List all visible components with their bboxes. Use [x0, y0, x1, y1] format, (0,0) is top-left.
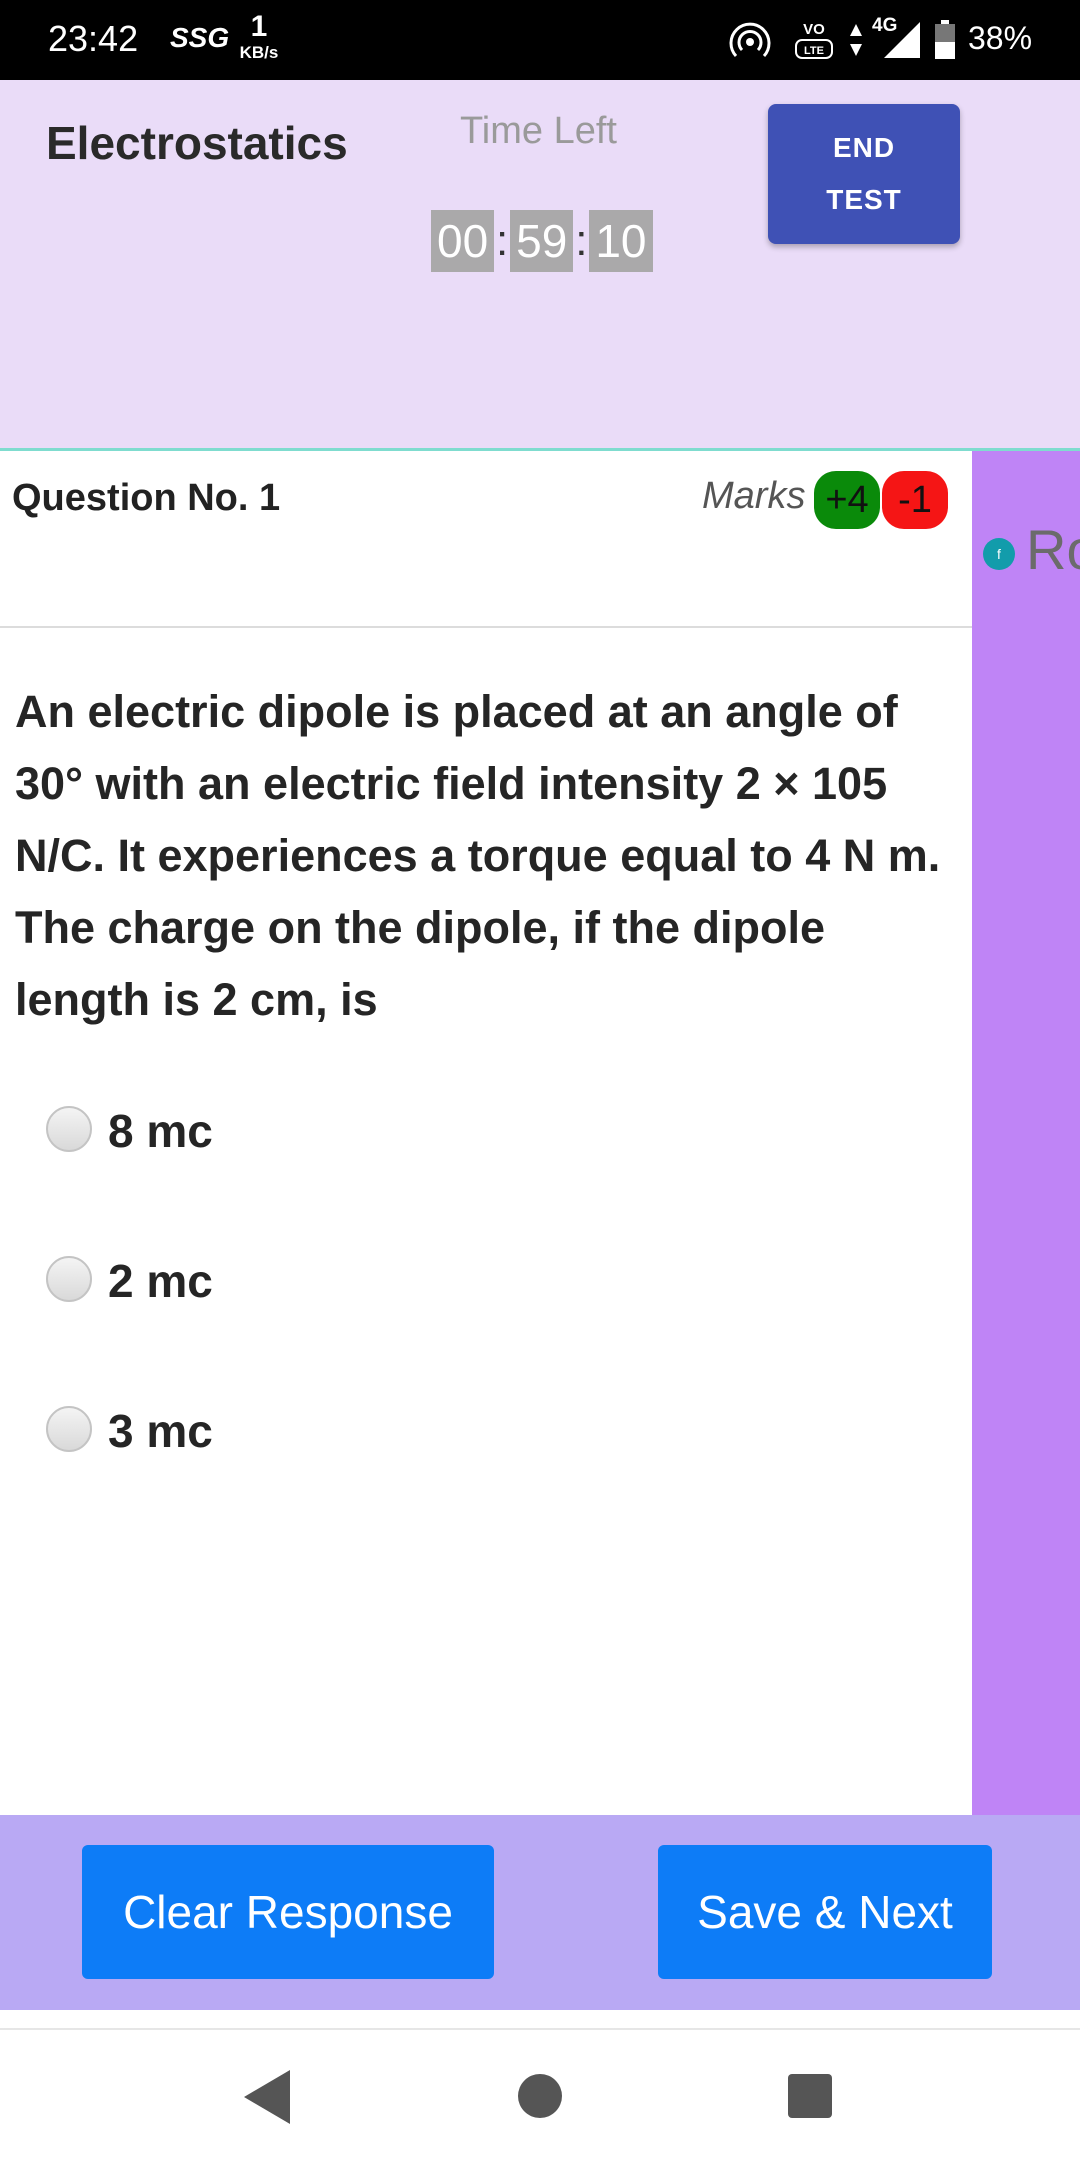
option-2[interactable]: 2 mc [46, 1254, 446, 1314]
system-nav-bar [0, 2028, 1080, 2162]
end-test-button[interactable]: END TEST [768, 104, 960, 244]
timer-seconds: 10 [589, 210, 653, 272]
question-palette-panel[interactable]: f Ro [972, 451, 1080, 1815]
palette-partial-text: Ro [1026, 518, 1080, 581]
timer-hours: 00 [431, 210, 495, 272]
network-speed-value: 1 [250, 10, 268, 43]
home-icon[interactable] [518, 2074, 562, 2118]
radio-button[interactable] [46, 1406, 92, 1452]
network-speed: 1 KB/s [234, 10, 284, 62]
test-header: Electrostatics Time Left 00 : 59 : 10 EN… [0, 80, 1080, 451]
palette-indicator-icon: f [983, 538, 1015, 570]
time-left-label: Time Left [460, 110, 617, 152]
timer-separator: : [575, 216, 588, 265]
question-text: An electric dipole is placed at an angle… [15, 686, 941, 1025]
status-time: 23:42 [48, 18, 139, 59]
data-arrows-icon [850, 24, 862, 56]
status-bar: 23:42 SSG 1 KB/s VO LTE 4G 38% [0, 0, 1080, 80]
negative-marks-badge: -1 [882, 471, 948, 529]
radio-button[interactable] [46, 1106, 92, 1152]
option-label: 8 mc [108, 1105, 213, 1157]
clear-response-button[interactable]: Clear Response [82, 1845, 494, 1979]
end-test-label-line1: END [832, 132, 896, 163]
countdown-timer: 00 : 59 : 10 [431, 210, 653, 272]
battery-icon [935, 20, 955, 59]
svg-text:VO: VO [803, 21, 825, 38]
option-label: 2 mc [108, 1255, 213, 1307]
end-test-label-line2: TEST [826, 184, 902, 215]
timer-minutes: 59 [510, 210, 574, 272]
option-1[interactable]: 8 mc [46, 1104, 446, 1164]
svg-text:LTE: LTE [804, 45, 824, 57]
network-speed-unit: KB/s [239, 43, 279, 62]
subject-title: Electrostatics [46, 117, 348, 169]
volte-icon: VO LTE [795, 21, 833, 59]
question-number: Question No. 1 [12, 477, 281, 519]
option-3[interactable]: 3 mc [46, 1404, 446, 1464]
save-next-button[interactable]: Save & Next [658, 1845, 992, 1979]
action-bar: Clear Response Save & Next [0, 1815, 1080, 2010]
status-carrier: SSG [170, 22, 230, 53]
hotspot-icon [729, 22, 771, 58]
marks-label: Marks [702, 475, 806, 517]
recent-apps-icon[interactable] [788, 2074, 832, 2118]
back-icon[interactable] [244, 2070, 290, 2124]
radio-button[interactable] [46, 1256, 92, 1302]
option-label: 3 mc [108, 1405, 213, 1457]
battery-percent: 38% [968, 20, 1033, 56]
question-header: Question No. 1 Marks +4 -1 [0, 451, 972, 628]
positive-marks-badge: +4 [814, 471, 880, 529]
timer-separator: : [496, 216, 509, 265]
signal-icon [884, 22, 920, 58]
